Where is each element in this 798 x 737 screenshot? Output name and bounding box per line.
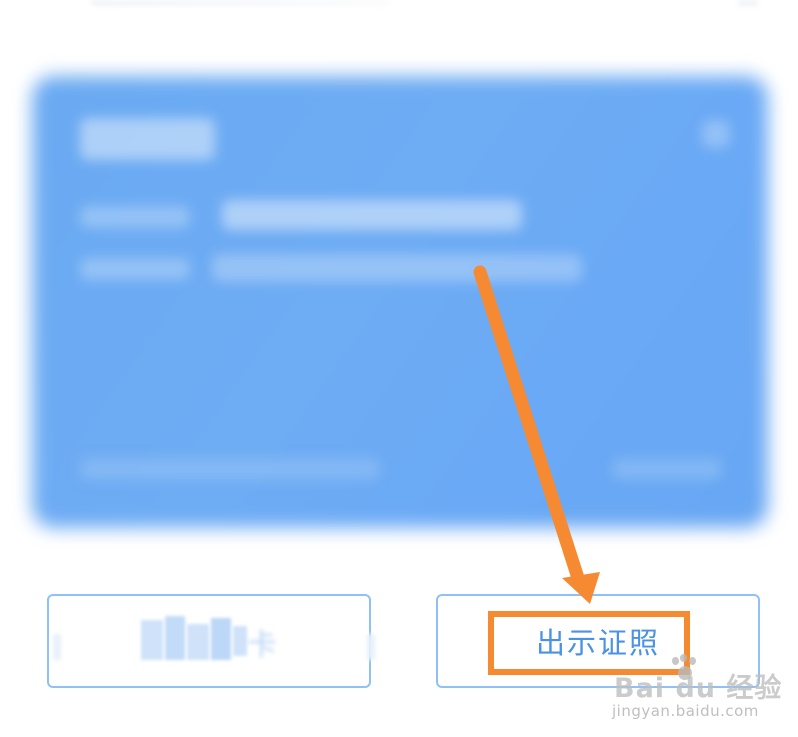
certificate-card[interactable] bbox=[22, 66, 778, 540]
card-corner-icon bbox=[702, 120, 730, 148]
left-button-ghost-glyph: 卡 bbox=[247, 628, 277, 663]
card-field-label-1 bbox=[80, 206, 190, 228]
left-button-label-redacted bbox=[141, 616, 301, 664]
card-field-label-2 bbox=[80, 258, 190, 280]
card-footer-text bbox=[80, 458, 380, 480]
left-action-button[interactable]: 卡 bbox=[47, 594, 375, 688]
left-button-edge-artifact-right bbox=[367, 634, 375, 660]
card-field-value-1 bbox=[222, 200, 522, 230]
top-edge-fragment-right bbox=[738, 0, 758, 6]
left-button-edge-artifact bbox=[53, 634, 61, 660]
baidu-watermark: Bai du 经验 jingyan.baidu.com bbox=[612, 654, 792, 726]
card-footer-right bbox=[612, 458, 722, 480]
watermark-main-text: Bai du 经验 bbox=[614, 673, 783, 704]
watermark-url: jingyan.baidu.com bbox=[612, 702, 759, 720]
card-field-value-2 bbox=[212, 254, 582, 282]
top-edge-fragment bbox=[90, 0, 390, 6]
card-title-redacted bbox=[80, 118, 215, 160]
